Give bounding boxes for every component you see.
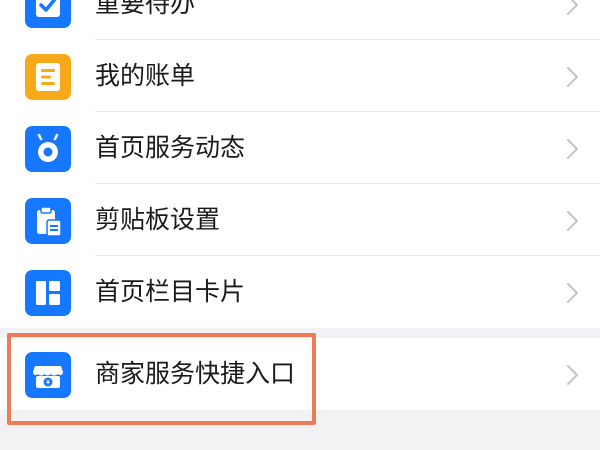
column-card-icon bbox=[25, 270, 71, 316]
settings-group-merchant: 商家服务快捷入口 bbox=[0, 338, 600, 410]
menu-item-merchant-shortcut[interactable]: 商家服务快捷入口 bbox=[0, 338, 600, 410]
chevron-right-icon bbox=[567, 283, 578, 303]
bill-icon bbox=[25, 54, 71, 100]
menu-item-my-bill[interactable]: 我的账单 bbox=[0, 40, 600, 112]
chevron-right-icon bbox=[567, 365, 578, 385]
checkbox-icon bbox=[25, 0, 71, 28]
menu-item-label: 剪贴板设置 bbox=[95, 205, 221, 234]
menu-item-label: 重要待办 bbox=[95, 0, 196, 18]
merchant-store-icon bbox=[25, 352, 71, 398]
menu-item-clipboard-settings[interactable]: 剪贴板设置 bbox=[0, 184, 600, 256]
clipboard-icon bbox=[25, 198, 71, 244]
menu-item-label: 我的账单 bbox=[95, 61, 196, 90]
chevron-right-icon bbox=[567, 67, 578, 87]
chevron-right-icon bbox=[567, 0, 578, 15]
menu-item-label: 商家服务快捷入口 bbox=[95, 359, 296, 388]
menu-item-home-service-dynamic[interactable]: 首页服务动态 bbox=[0, 112, 600, 184]
menu-item-home-column-card[interactable]: 首页栏目卡片 bbox=[0, 256, 600, 328]
service-dynamic-icon bbox=[25, 126, 71, 172]
menu-item-important-todo[interactable]: 重要待办 bbox=[0, 0, 600, 40]
menu-item-label: 首页栏目卡片 bbox=[95, 277, 246, 306]
chevron-right-icon bbox=[567, 139, 578, 159]
settings-group-main: 重要待办 我的账单 首页服务动态 剪贴板设置 首页栏目卡片 bbox=[0, 0, 600, 328]
menu-item-label: 首页服务动态 bbox=[95, 133, 246, 162]
chevron-right-icon bbox=[567, 211, 578, 231]
